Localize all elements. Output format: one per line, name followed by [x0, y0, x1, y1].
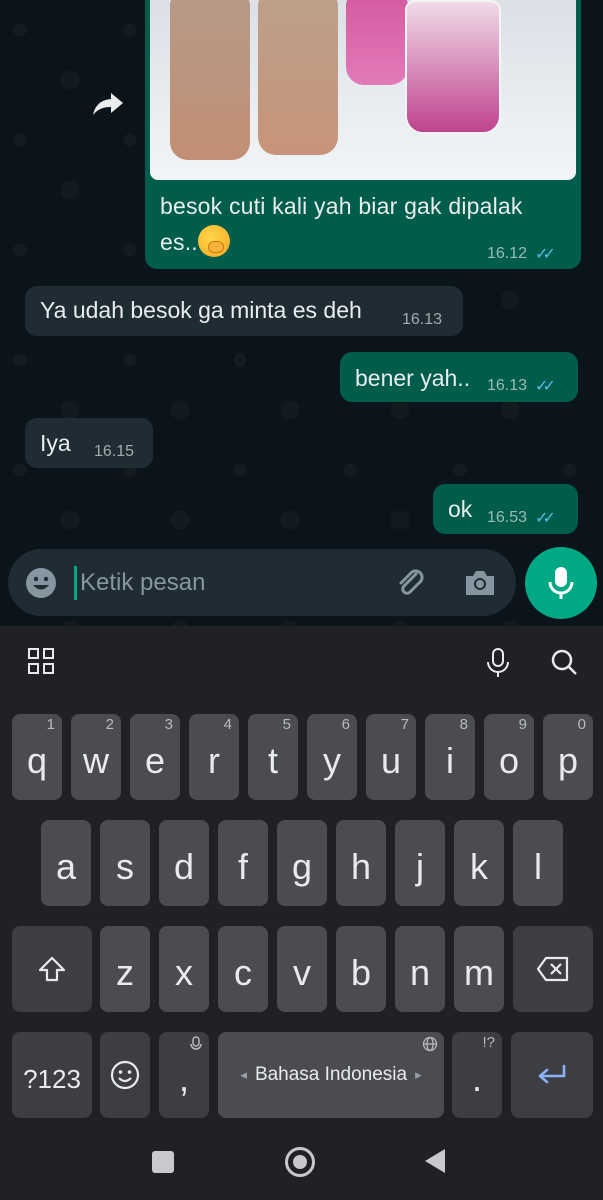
keyboard-toolbar [0, 626, 603, 700]
backspace-key[interactable] [513, 926, 593, 1012]
chat-area[interactable]: besok cuti kali yah biar gak dipalak es.… [0, 0, 603, 626]
key-g[interactable]: g [277, 820, 327, 906]
message-meta: 16.13 [402, 311, 442, 329]
message-text: Ya udah besok ga minta es deh [40, 297, 362, 323]
language-prev-icon: ◂ [240, 1067, 247, 1082]
key-v[interactable]: v [277, 926, 327, 1012]
outgoing-message[interactable]: ok 16.53 ✓✓ [433, 484, 578, 534]
voice-input-icon[interactable] [485, 648, 511, 678]
space-key[interactable]: ◂ Bahasa Indonesia ▸ [218, 1032, 444, 1118]
key-p[interactable]: 0p [543, 714, 593, 800]
message-meta: 16.15 [94, 443, 134, 461]
comma-key[interactable]: , [159, 1032, 209, 1118]
enter-key[interactable] [511, 1032, 593, 1118]
emoji-smiley-icon [110, 1060, 140, 1090]
read-ticks-icon: ✓✓ [535, 378, 556, 395]
message-input[interactable]: Ketik pesan [80, 569, 205, 597]
incoming-message[interactable]: Ya udah besok ga minta es deh 16.13 [25, 286, 463, 336]
home-icon[interactable] [285, 1147, 315, 1177]
message-time: 16.12 [487, 245, 528, 262]
message-time: 16.53 [487, 509, 528, 526]
key-h[interactable]: h [336, 820, 386, 906]
read-ticks-icon: ✓✓ [535, 246, 556, 263]
key-u[interactable]: 7u [366, 714, 416, 800]
message-time: 16.15 [94, 443, 135, 460]
key-q[interactable]: 1q [12, 714, 62, 800]
recent-apps-icon[interactable] [152, 1151, 174, 1173]
key-k[interactable]: k [454, 820, 504, 906]
symbols-key[interactable]: ?123 [12, 1032, 92, 1118]
apps-grid-icon[interactable] [28, 648, 54, 674]
message-photo[interactable] [150, 0, 576, 180]
enter-arrow-icon [538, 1064, 566, 1084]
voice-record-button[interactable] [525, 547, 597, 619]
shift-arrow-icon [38, 956, 66, 982]
backspace-icon [536, 956, 569, 982]
globe-icon [422, 1036, 438, 1052]
camera-icon[interactable] [463, 566, 497, 600]
key-f[interactable]: f [218, 820, 268, 906]
outgoing-message[interactable]: bener yah.. 16.13 ✓✓ [340, 352, 578, 402]
read-ticks-icon: ✓✓ [535, 510, 556, 527]
key-w[interactable]: 2w [71, 714, 121, 800]
microphone-icon [548, 567, 574, 599]
key-d[interactable]: d [159, 820, 209, 906]
forward-arrow-icon [93, 93, 123, 115]
on-screen-keyboard: 1q 2w 3e 4r 5t 6y 7u 8i 9o 0p a s d f g … [0, 626, 603, 1128]
message-input-bar: Ketik pesan [8, 549, 516, 616]
incoming-message[interactable]: Iya 16.15 [25, 418, 153, 468]
message-text: Iya [40, 430, 71, 456]
system-nav-bar [0, 1128, 603, 1200]
search-icon[interactable] [550, 648, 578, 676]
emoji-key[interactable] [100, 1032, 150, 1118]
message-text: ok [448, 496, 473, 522]
shushing-emoji-icon [197, 224, 230, 257]
message-time: 16.13 [402, 311, 443, 328]
message-meta: 16.12 ✓✓ [487, 244, 556, 264]
period-key[interactable]: !? . [452, 1032, 502, 1118]
mic-hint-icon [190, 1036, 202, 1050]
caption-line-1: besok cuti kali yah biar gak dipalak [160, 193, 523, 219]
key-n[interactable]: n [395, 926, 445, 1012]
caption-line-2: es.. [160, 229, 198, 255]
key-a[interactable]: a [41, 820, 91, 906]
key-m[interactable]: m [454, 926, 504, 1012]
image-message-bubble[interactable]: besok cuti kali yah biar gak dipalak es.… [145, 0, 581, 269]
back-icon[interactable] [425, 1149, 445, 1173]
key-c[interactable]: c [218, 926, 268, 1012]
message-text: bener yah.. [355, 365, 471, 391]
key-r[interactable]: 4r [189, 714, 239, 800]
key-y[interactable]: 6y [307, 714, 357, 800]
key-x[interactable]: x [159, 926, 209, 1012]
language-next-icon: ▸ [415, 1067, 422, 1082]
message-meta: 16.13 ✓✓ [487, 376, 556, 396]
key-i[interactable]: 8i [425, 714, 475, 800]
key-o[interactable]: 9o [484, 714, 534, 800]
key-z[interactable]: z [100, 926, 150, 1012]
paperclip-icon[interactable] [394, 566, 428, 600]
key-b[interactable]: b [336, 926, 386, 1012]
text-cursor [74, 566, 77, 600]
key-s[interactable]: s [100, 820, 150, 906]
key-e[interactable]: 3e [130, 714, 180, 800]
message-time: 16.13 [487, 377, 528, 394]
message-meta: 16.53 ✓✓ [487, 508, 556, 528]
shift-key[interactable] [12, 926, 92, 1012]
forward-button[interactable] [88, 86, 128, 122]
language-label: Bahasa Indonesia [254, 1064, 408, 1085]
smiley-icon[interactable] [25, 567, 57, 599]
key-l[interactable]: l [513, 820, 563, 906]
key-t[interactable]: 5t [248, 714, 298, 800]
key-j[interactable]: j [395, 820, 445, 906]
